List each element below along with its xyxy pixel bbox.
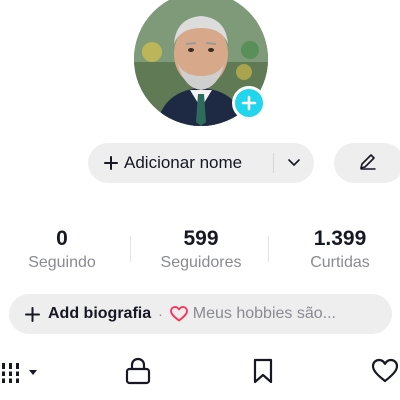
stat-value: 599 bbox=[183, 227, 219, 250]
heart-icon bbox=[169, 306, 188, 322]
stat-value: 1.399 bbox=[313, 227, 367, 250]
grid-icon bbox=[2, 357, 42, 390]
plus-icon bbox=[104, 156, 118, 170]
add-bio-button[interactable]: Add biografia · Meus hobbies são... bbox=[9, 294, 392, 334]
stat-likes[interactable]: 1.399 Curtidas bbox=[280, 226, 400, 272]
pencil-icon bbox=[358, 151, 378, 176]
add-name-label: Adicionar nome bbox=[124, 153, 243, 172]
heart-icon bbox=[370, 357, 400, 390]
stat-label: Seguindo bbox=[28, 254, 96, 271]
bio-hint: Meus hobbies são... bbox=[192, 305, 336, 322]
divider bbox=[130, 236, 131, 262]
edit-profile-button[interactable] bbox=[334, 143, 400, 183]
add-name-button[interactable]: Adicionar nome bbox=[88, 143, 314, 183]
divider bbox=[273, 153, 274, 173]
plus-icon bbox=[25, 306, 40, 322]
tab-private[interactable] bbox=[120, 357, 156, 390]
bookmark-icon bbox=[251, 357, 275, 390]
add-photo-button[interactable] bbox=[232, 86, 266, 120]
lock-icon bbox=[125, 357, 151, 390]
stat-followers[interactable]: 599 Seguidores bbox=[141, 226, 261, 272]
add-bio-label: Add biografia bbox=[48, 305, 152, 322]
tab-videos[interactable] bbox=[0, 358, 44, 388]
profile-tab-bar bbox=[0, 352, 400, 400]
tab-liked[interactable] bbox=[370, 358, 400, 388]
stat-label: Curtidas bbox=[310, 254, 370, 271]
chevron-down-icon[interactable] bbox=[284, 153, 304, 173]
stat-label: Seguidores bbox=[160, 254, 242, 271]
profile-avatar-container[interactable] bbox=[134, 0, 268, 126]
tab-saved[interactable] bbox=[246, 358, 280, 388]
stat-value: 0 bbox=[56, 227, 68, 250]
divider bbox=[268, 236, 269, 262]
separator-dot: · bbox=[158, 306, 163, 322]
stat-following[interactable]: 0 Seguindo bbox=[2, 226, 122, 272]
plus-icon bbox=[241, 95, 257, 111]
